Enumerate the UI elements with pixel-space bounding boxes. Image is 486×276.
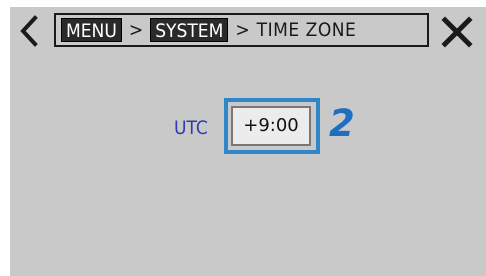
breadcrumb-separator: >: [235, 19, 250, 41]
utc-label: UTC: [174, 117, 208, 139]
breadcrumb-system[interactable]: SYSTEM: [150, 18, 229, 42]
breadcrumb-menu[interactable]: MENU: [61, 18, 122, 42]
breadcrumb-separator: >: [128, 19, 144, 41]
back-chevron-icon[interactable]: [18, 14, 40, 48]
breadcrumb-current-page: TIME ZONE: [256, 19, 357, 41]
breadcrumb: MENU > SYSTEM > TIME ZONE: [54, 13, 429, 47]
close-icon[interactable]: [441, 16, 473, 48]
timezone-offset-field[interactable]: +9:00: [231, 106, 311, 146]
step-number: 2: [329, 102, 355, 145]
